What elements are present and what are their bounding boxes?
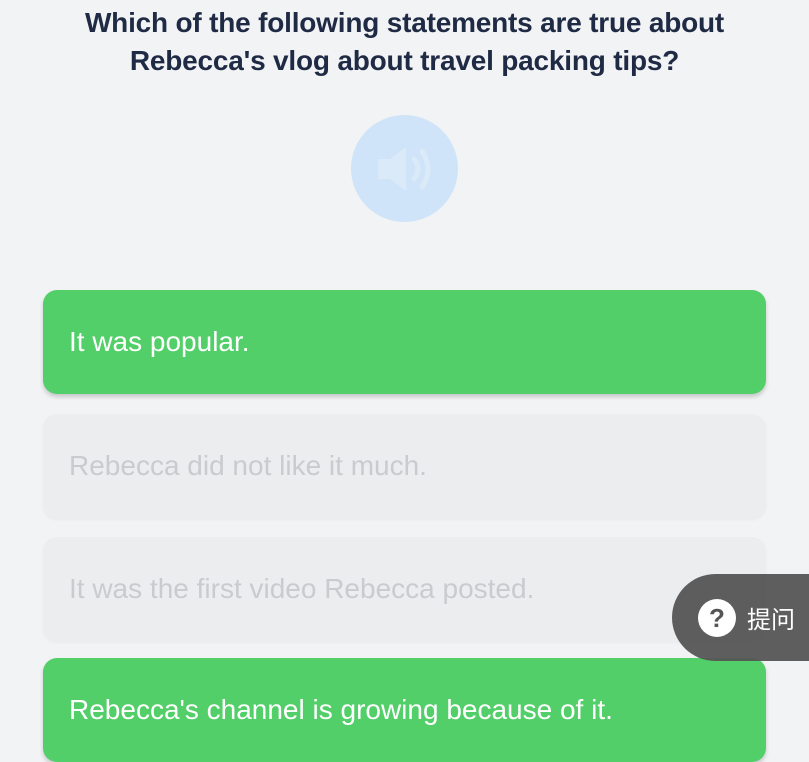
answer-option-label: It was popular. [69, 326, 250, 357]
answer-option-4[interactable]: Rebecca's channel is growing because of … [43, 658, 766, 762]
answer-option-label: It was the first video Rebecca posted. [69, 573, 535, 604]
question-line-2: Rebecca's vlog about travel packing tips… [129, 45, 680, 76]
answer-option-label: Rebecca's channel is growing because of … [69, 694, 613, 725]
answer-option-3[interactable]: It was the first video Rebecca posted. [43, 537, 766, 641]
answer-option-2[interactable]: Rebecca did not like it much. [43, 414, 766, 518]
speaker-icon [377, 146, 430, 191]
question-title: Which of the following statements are tr… [40, 4, 769, 80]
ask-question-button[interactable]: ? 提问 [672, 574, 809, 661]
answer-option-label: Rebecca did not like it much. [69, 450, 427, 481]
question-mark-icon: ? [698, 598, 736, 637]
ask-question-label: 提问 [747, 606, 795, 634]
question-line-1: Which of the following statements are tr… [84, 7, 725, 38]
play-audio-button[interactable] [351, 115, 458, 222]
answer-option-1[interactable]: It was popular. [43, 290, 766, 394]
